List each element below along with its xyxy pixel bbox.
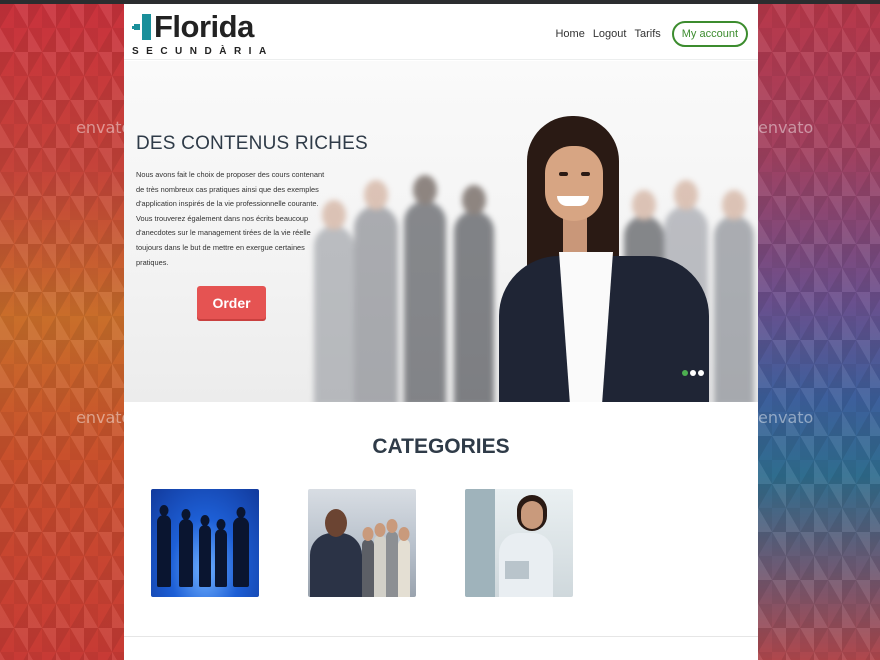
watermark: envato xyxy=(758,408,814,427)
divider xyxy=(124,636,758,637)
hero-description: Nous avons fait le choix de proposer des… xyxy=(136,170,325,267)
nav-home[interactable]: Home xyxy=(555,28,584,40)
watermark: envato xyxy=(76,408,124,427)
triangle-pattern xyxy=(758,4,880,660)
watermark: envato xyxy=(758,118,814,137)
category-thumbnail-silhouettes[interactable] xyxy=(151,489,259,597)
category-thumbnail-businessman[interactable] xyxy=(308,489,416,597)
main-nav: Home Logout Tarifs My account xyxy=(547,21,748,47)
slider-dots xyxy=(682,370,704,376)
category-thumbnail-businesswoman[interactable] xyxy=(465,489,573,597)
logo-mark-icon xyxy=(132,14,154,40)
logo-subtitle: SECUNDÀRIA xyxy=(132,46,274,57)
triangle-pattern xyxy=(0,4,124,660)
logo[interactable]: Florida SECUNDÀRIA xyxy=(132,9,266,58)
logo-title: Florida xyxy=(154,9,254,44)
categories-title: CATEGORIES xyxy=(372,435,510,458)
background-left: envato envato xyxy=(0,4,124,660)
nav-logout[interactable]: Logout xyxy=(593,28,627,40)
watermark: envato xyxy=(76,118,124,137)
background-right: envato envato xyxy=(758,4,880,660)
hero-title: DES CONTENUS RICHES xyxy=(136,133,368,154)
top-bar xyxy=(0,0,880,4)
slider-dot[interactable] xyxy=(682,370,688,376)
my-account-button[interactable]: My account xyxy=(671,21,748,47)
header: Florida SECUNDÀRIA Home Logout Tarifs My… xyxy=(124,4,758,60)
slider-dot[interactable] xyxy=(690,370,696,376)
hero-woman-image xyxy=(499,116,709,402)
slider-dot[interactable] xyxy=(698,370,704,376)
order-button[interactable]: Order xyxy=(197,286,266,319)
site-container: Florida SECUNDÀRIA Home Logout Tarifs My… xyxy=(124,4,758,660)
hero-slider: DES CONTENUS RICHES Nous avons fait le c… xyxy=(124,61,758,402)
nav-tarifs[interactable]: Tarifs xyxy=(634,28,660,40)
